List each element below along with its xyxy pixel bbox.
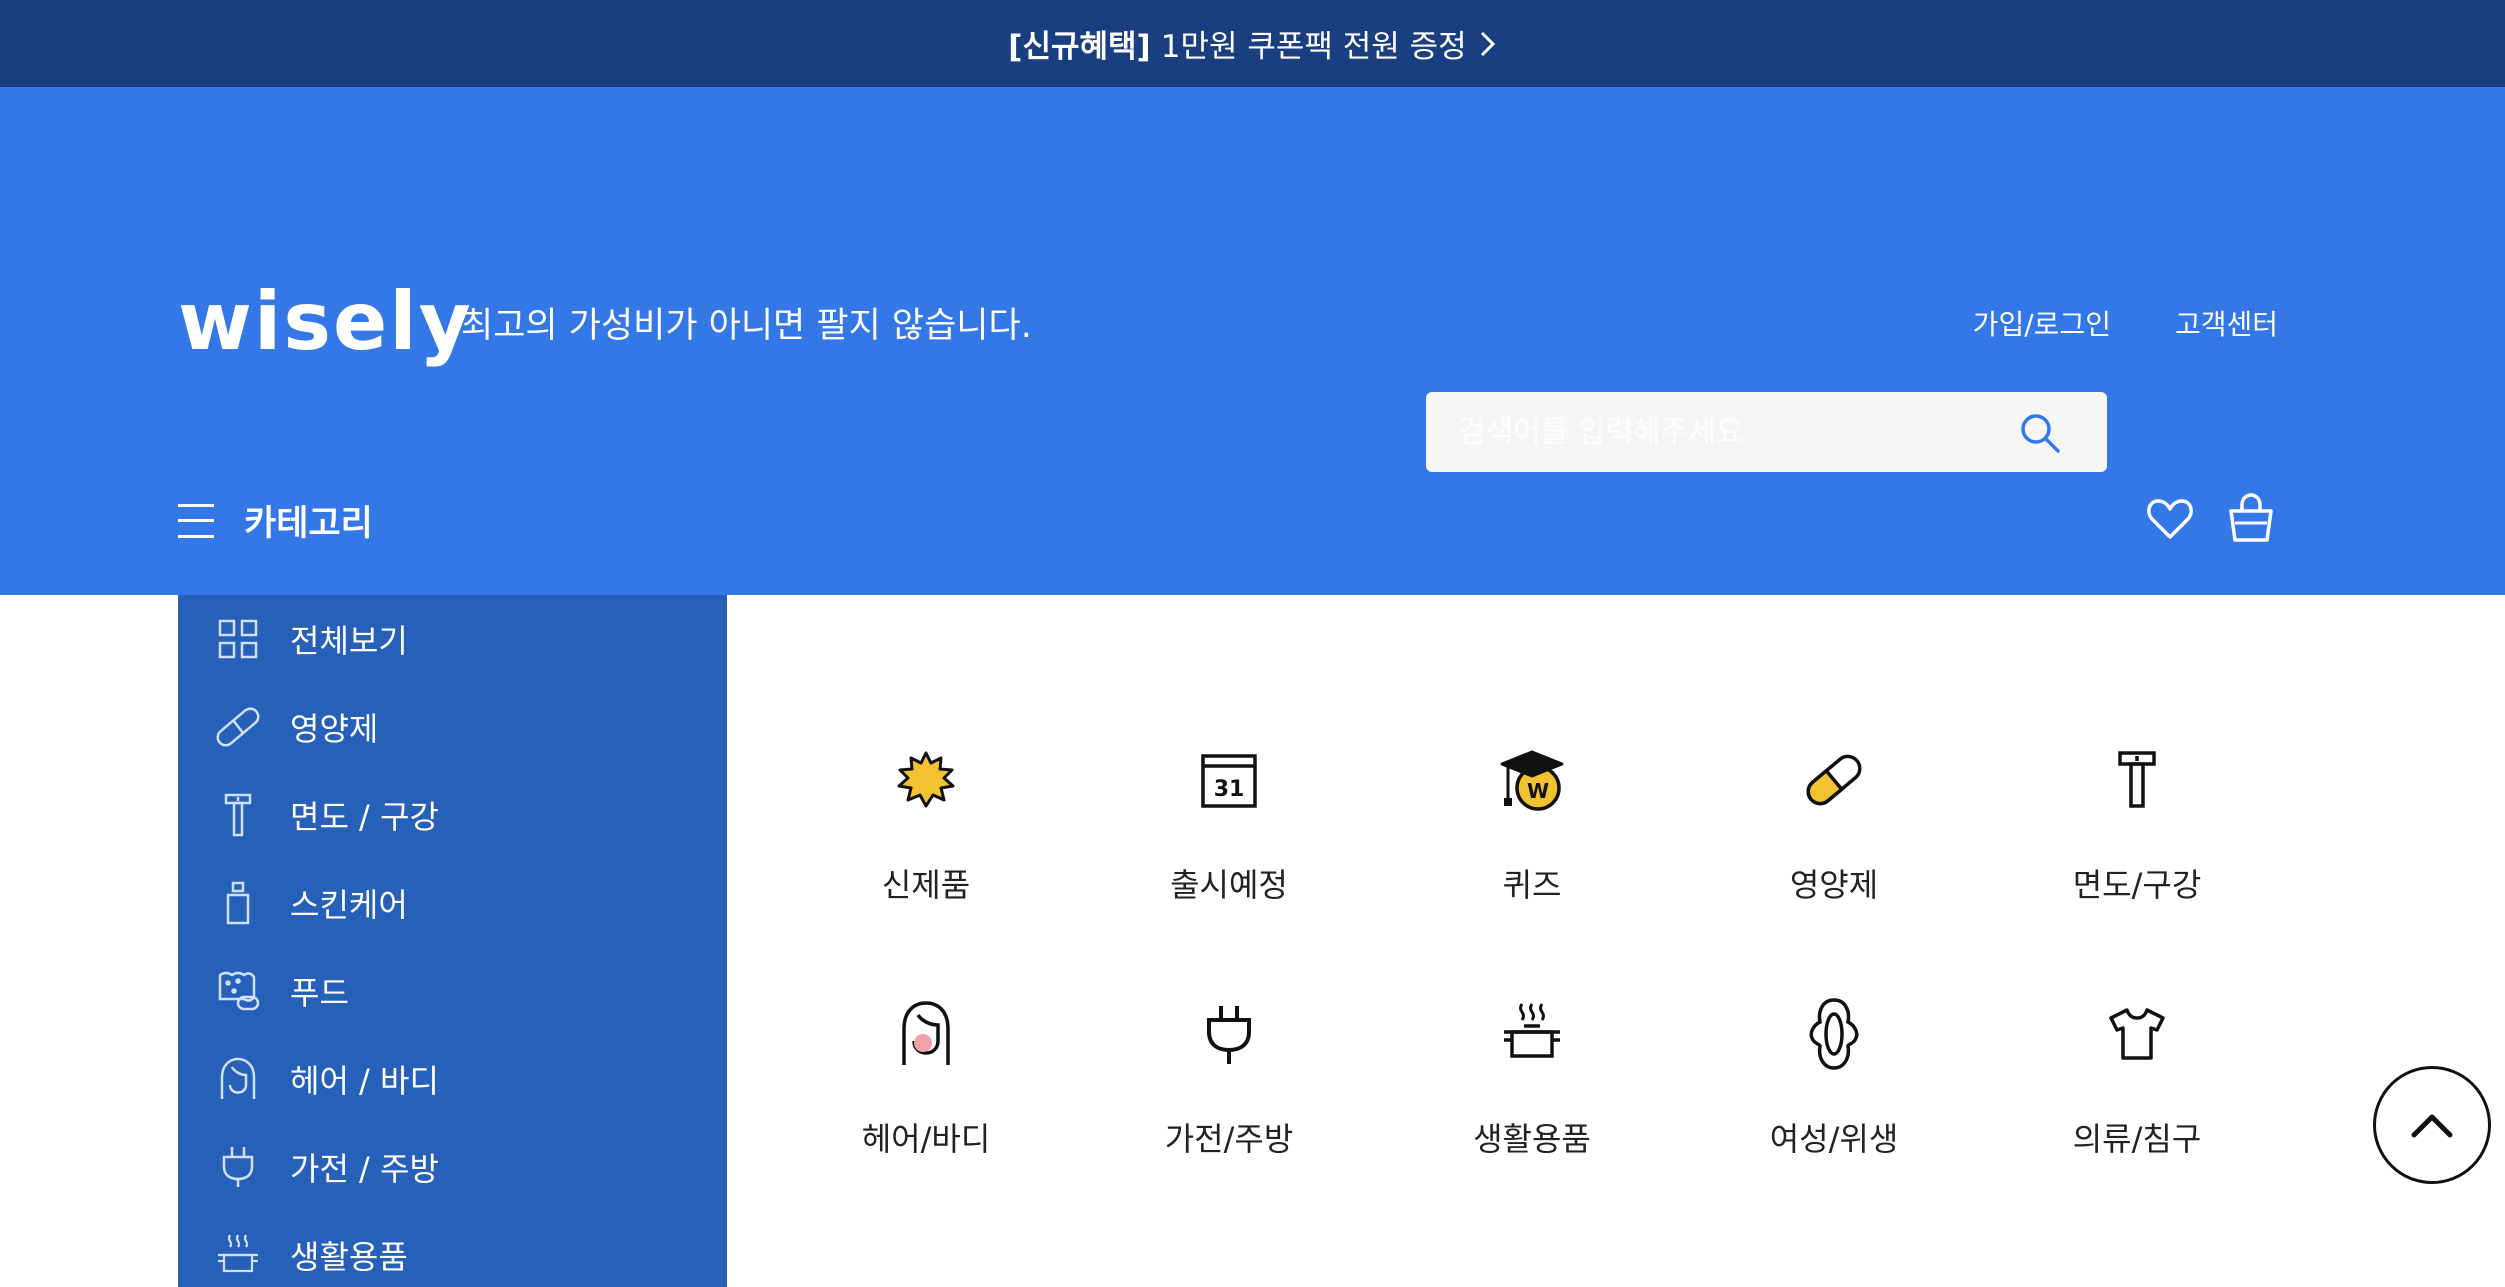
sidebar-item-label: 헤어 / 바디 [290, 1062, 439, 1100]
pill-icon [1794, 740, 1874, 820]
sidebar-item-label: 전체보기 [290, 622, 408, 660]
sidebar-item-label: 가전 / 주방 [290, 1150, 439, 1188]
sidebar-item-food[interactable]: 푸드 [178, 947, 727, 1035]
svg-text:W: W [1527, 779, 1549, 803]
top-links: 가입/로그인 고객센터 [1973, 303, 2278, 343]
razor-icon [216, 793, 260, 837]
chevron-right-icon [1480, 31, 1495, 56]
grid-item-label: 퀴즈 [1502, 866, 1562, 904]
sidebar-item-shaving[interactable]: 면도 / 구강 [178, 771, 727, 859]
hamburger-icon [178, 503, 214, 538]
category-toggle[interactable]: 카테고리 [178, 495, 373, 546]
grid-item-label: 의류/침구 [2072, 1120, 2202, 1158]
grid-item-appliances[interactable]: 가전/주방 [1109, 994, 1349, 1194]
hair-icon [216, 1057, 260, 1101]
grid-item-household[interactable]: 생활용품 [1412, 994, 1652, 1194]
grid-item-label: 신제품 [881, 866, 971, 904]
sidebar-item-all[interactable]: 전체보기 [178, 595, 727, 683]
sidebar-item-label: 생활용품 [290, 1238, 408, 1276]
support-link[interactable]: 고객센터 [2175, 303, 2278, 343]
graduation-icon: W [1492, 740, 1572, 820]
sidebar-item-label: 푸드 [290, 974, 349, 1012]
sidebar-item-label: 면도 / 구강 [290, 798, 439, 836]
plug-icon [1189, 994, 1269, 1074]
category-label: 카테고리 [244, 504, 373, 544]
grid-item-label: 가전/주방 [1164, 1120, 1294, 1158]
scroll-to-top-button[interactable] [2373, 1066, 2491, 1184]
new-badge-icon [886, 740, 966, 820]
grid-item-label: 면도/구강 [2072, 866, 2202, 904]
grid-item-quiz[interactable]: W 퀴즈 [1412, 740, 1652, 940]
sidebar-item-appliances[interactable]: 가전 / 주방 [178, 1123, 727, 1211]
login-link[interactable]: 가입/로그인 [1973, 303, 2111, 343]
sidebar-item-hair[interactable]: 헤어 / 바디 [178, 1035, 727, 1123]
shirt-icon [2097, 994, 2177, 1074]
pill-icon [216, 705, 260, 749]
sidebar-item-label: 영양제 [290, 710, 379, 748]
search-bar [1426, 392, 2107, 472]
sidebar-item-household[interactable]: 생활용품 [178, 1211, 727, 1287]
grid-item-feminine[interactable]: 여성/위생 [1714, 994, 1954, 1194]
site-header: wisely 최고의 가성비가 아니면 팔지 않습니다. 가입/로그인 고객센터… [0, 87, 2505, 595]
heart-icon[interactable] [2146, 497, 2194, 541]
pad-icon [1794, 994, 1874, 1074]
food-icon [216, 969, 260, 1013]
sidebar-item-label: 스킨케어 [290, 886, 408, 924]
grid-item-new[interactable]: 신제품 [806, 740, 1046, 940]
calendar-icon: 31 [1189, 740, 1269, 820]
chevron-up-icon [2411, 1114, 2453, 1138]
grid-item-hair[interactable]: 헤어/바디 [806, 994, 1046, 1194]
promo-text: 1만원 쿠폰팩 전원 증정 [1160, 29, 1467, 65]
svg-text:31: 31 [1214, 777, 1245, 802]
razor-icon [2097, 740, 2177, 820]
plug-icon [216, 1145, 260, 1189]
grid-item-label: 헤어/바디 [861, 1120, 991, 1158]
grid-item-coming-soon[interactable]: 31 출시예정 [1109, 740, 1349, 940]
grid-item-supplements[interactable]: 영양제 [1714, 740, 1954, 940]
search-icon[interactable] [2019, 412, 2061, 454]
pot-icon [216, 1233, 260, 1277]
shopping-bag-icon[interactable] [2228, 493, 2274, 543]
pot-icon [1492, 994, 1572, 1074]
promo-highlight: [신규혜택] [1008, 29, 1151, 65]
sidebar-item-skincare[interactable]: 스킨케어 [178, 859, 727, 947]
category-sidebar: 전체보기 영양제 면도 / 구강 스킨케어 푸드 헤어 / 바디 가전 / 주방… [178, 595, 727, 1287]
grid-icon [216, 617, 260, 661]
logo[interactable]: wisely [178, 275, 473, 368]
grid-item-shaving[interactable]: 면도/구강 [2017, 740, 2257, 940]
grid-item-label: 여성/위생 [1769, 1120, 1899, 1158]
promo-banner[interactable]: [신규혜택] 1만원 쿠폰팩 전원 증정 [0, 0, 2505, 87]
grid-item-label: 생활용품 [1473, 1120, 1591, 1158]
bottle-icon [216, 881, 260, 925]
tagline: 최고의 가성비가 아니면 팔지 않습니다. [461, 306, 1032, 346]
grid-item-clothing[interactable]: 의류/침구 [2017, 994, 2257, 1194]
grid-item-label: 출시예정 [1170, 866, 1288, 904]
search-input[interactable] [1426, 392, 2006, 472]
hair-icon [886, 994, 966, 1074]
sidebar-item-supplements[interactable]: 영양제 [178, 683, 727, 771]
grid-item-label: 영양제 [1789, 866, 1879, 904]
